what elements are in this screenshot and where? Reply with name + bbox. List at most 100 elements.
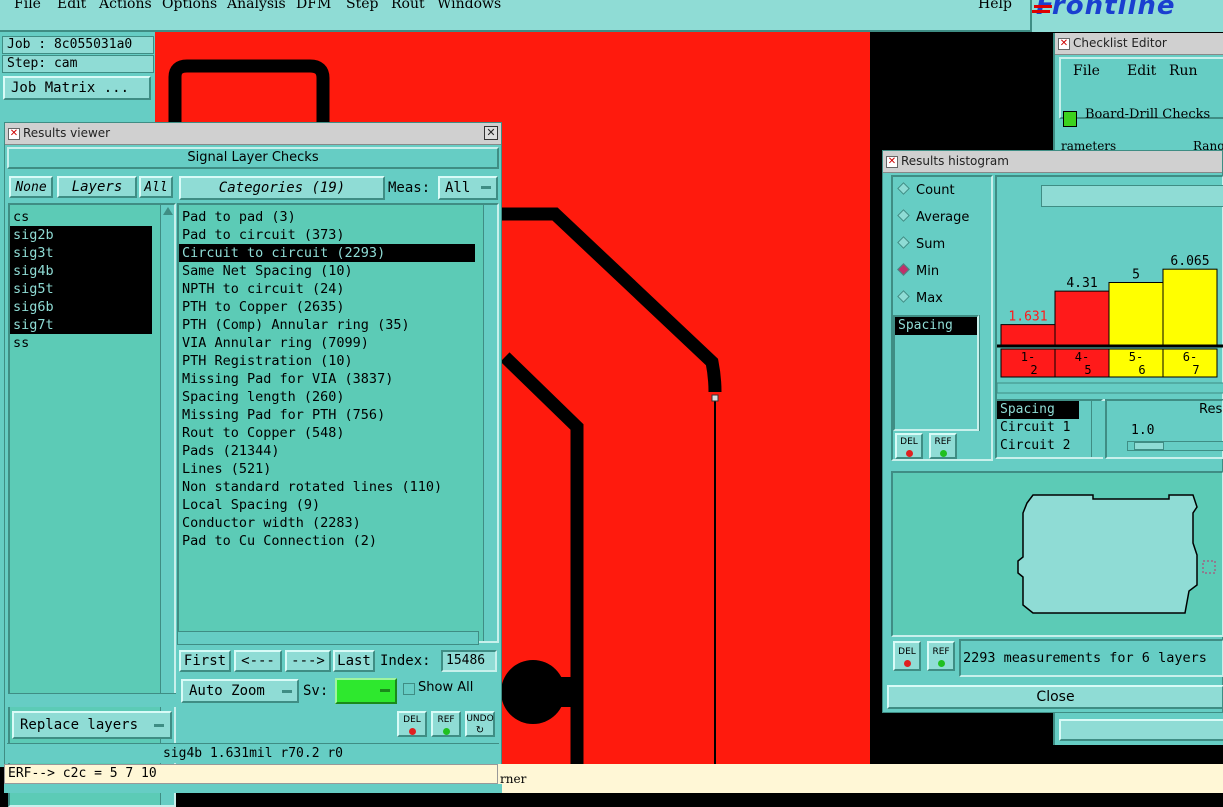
- layer-item[interactable]: ss: [10, 334, 152, 352]
- job-matrix-button[interactable]: Job Matrix ...: [3, 76, 151, 100]
- checklist-menu-run[interactable]: Run: [1169, 63, 1198, 79]
- undo-button[interactable]: UNDO ↻: [465, 711, 495, 737]
- radio-indicator-icon: [897, 182, 910, 195]
- menu-options[interactable]: Options: [162, 0, 217, 12]
- category-item[interactable]: Local Spacing (9): [179, 496, 475, 514]
- close-icon[interactable]: ✕: [484, 126, 498, 140]
- categories-list[interactable]: Pad to pad (3) Pad to circuit (373) Circui…: [177, 203, 499, 643]
- hist-ref-button-top[interactable]: REF: [929, 433, 957, 459]
- category-item[interactable]: Pads (21344): [179, 442, 475, 460]
- menu-step[interactable]: Step: [346, 0, 378, 12]
- bar-value-label: 4.31: [1066, 276, 1097, 291]
- mode-radio-max[interactable]: Max: [897, 290, 943, 306]
- menu-dfm[interactable]: DFM: [296, 0, 331, 12]
- histogram-bar[interactable]: [1000, 324, 1056, 346]
- categories-scrollbar[interactable]: [483, 205, 497, 641]
- category-item[interactable]: Circuit to circuit (2293): [179, 244, 475, 262]
- layers-button[interactable]: Layers: [57, 176, 137, 198]
- menu-edit[interactable]: Edit: [57, 0, 86, 12]
- layers-all-button[interactable]: All: [139, 176, 173, 198]
- field-item[interactable]: Circuit 1: [997, 419, 1101, 437]
- hist-del-button[interactable]: DEL: [893, 641, 921, 671]
- mode-panel: Count Average Sum Min Max Spacing DEL REF: [891, 175, 993, 461]
- hist-ref-button[interactable]: REF: [927, 641, 955, 671]
- resolution-panel: Resol 1.0: [1105, 399, 1223, 459]
- results-viewer-window: ✕ Results viewer ✕ Signal Layer Checks Non…: [4, 122, 502, 807]
- category-item[interactable]: Spacing length (260): [179, 388, 475, 406]
- checklist-item[interactable]: Board-Drill Checks: [1085, 107, 1210, 122]
- category-item[interactable]: Non standard rotated lines (110): [179, 478, 475, 496]
- categories-hscrollbar[interactable]: [177, 631, 479, 645]
- mode-radio-sum[interactable]: Sum: [897, 236, 946, 252]
- category-item[interactable]: PTH Registration (10): [179, 352, 475, 370]
- category-item[interactable]: NPTH to circuit (24): [179, 280, 475, 298]
- layer-item[interactable]: sig4b: [10, 262, 152, 280]
- hist-del-button-top[interactable]: DEL: [895, 433, 923, 459]
- last-button[interactable]: Last: [333, 650, 375, 672]
- layer-item[interactable]: sig2b: [10, 226, 152, 244]
- field-item[interactable]: Circuit 2: [997, 437, 1101, 455]
- frontline-logo: Frontline: [1030, 0, 1223, 32]
- replace-layers-dropdown[interactable]: Replace layers: [12, 711, 172, 739]
- histogram-bar[interactable]: [1108, 282, 1164, 346]
- menu-analysis[interactable]: Analysis: [227, 0, 286, 12]
- meas-dropdown[interactable]: All: [438, 176, 498, 200]
- field-item[interactable]: Spacing: [997, 401, 1079, 419]
- histogram-bar[interactable]: [1054, 290, 1110, 346]
- measure-item[interactable]: Spacing: [895, 317, 977, 335]
- histogram-bar[interactable]: [1162, 268, 1218, 346]
- mode-radio-average[interactable]: Average: [897, 209, 969, 225]
- menu-file[interactable]: File: [14, 0, 41, 12]
- mode-label: Min: [916, 264, 940, 279]
- mode-radio-count[interactable]: Count: [897, 182, 955, 198]
- layer-item[interactable]: sig7t: [10, 316, 152, 334]
- prev-button[interactable]: <---: [234, 650, 282, 672]
- menu-actions[interactable]: Actions: [99, 0, 152, 12]
- category-item[interactable]: Rout to Copper (548): [179, 424, 475, 442]
- menu-rout[interactable]: Rout: [391, 0, 425, 12]
- first-button[interactable]: First: [179, 650, 231, 672]
- chart-hscrollbar[interactable]: [997, 382, 1223, 394]
- category-item[interactable]: Pad to circuit (373): [179, 226, 475, 244]
- sv-color-dropdown[interactable]: [335, 678, 397, 704]
- menu-help[interactable]: Help: [978, 0, 1012, 12]
- category-item[interactable]: PTH (Comp) Annular ring (35): [179, 316, 475, 334]
- layers-none-button[interactable]: None: [9, 176, 53, 198]
- layers-hscrollbar[interactable]: [8, 693, 176, 707]
- checklist-menu-file[interactable]: File: [1073, 63, 1100, 79]
- category-item[interactable]: Missing Pad for PTH (756): [179, 406, 475, 424]
- layer-item[interactable]: sig6b: [10, 298, 152, 316]
- checklist-menu-edit[interactable]: Edit: [1127, 63, 1156, 79]
- del-button[interactable]: DEL: [397, 711, 427, 737]
- mode-label: Sum: [916, 237, 946, 252]
- ref-button[interactable]: REF: [431, 711, 461, 737]
- step-label: Step: cam: [2, 55, 154, 73]
- category-item[interactable]: VIA Annular ring (7099): [179, 334, 475, 352]
- histogram-chart-area: 1.631 1- 2 4.31 4- 5 5 5- 6 6.065 6- 7: [995, 175, 1223, 401]
- show-all-checkbox[interactable]: [403, 683, 415, 695]
- category-item[interactable]: PTH to Copper (2635): [179, 298, 475, 316]
- menu-windows[interactable]: Windows: [437, 0, 501, 12]
- category-item[interactable]: Missing Pad for VIA (3837): [179, 370, 475, 388]
- category-item[interactable]: Same Net Spacing (10): [179, 262, 475, 280]
- resol-slider[interactable]: [1127, 441, 1223, 451]
- mode-radio-min[interactable]: Min: [897, 263, 940, 279]
- auto-zoom-dropdown[interactable]: Auto Zoom: [181, 679, 299, 703]
- erf-command-line[interactable]: ERF--> c2c = 5 7 10: [4, 764, 498, 784]
- layer-item[interactable]: sig5t: [10, 280, 152, 298]
- categories-button[interactable]: Categories (19): [179, 176, 385, 200]
- fields-list[interactable]: SpacingCircuit 1Circuit 2: [995, 399, 1103, 459]
- layer-item[interactable]: sig3t: [10, 244, 152, 262]
- logo-text: Frontline: [1036, 0, 1176, 21]
- close-button[interactable]: Close: [887, 685, 1223, 709]
- radio-indicator-icon: [897, 236, 910, 249]
- layer-item[interactable]: cs: [10, 208, 152, 226]
- index-input[interactable]: 15486: [441, 650, 497, 672]
- category-item[interactable]: Lines (521): [179, 460, 475, 478]
- category-item[interactable]: Pad to Cu Connection (2): [179, 532, 475, 550]
- category-item[interactable]: Conductor width (2283): [179, 514, 475, 532]
- board-preview[interactable]: [891, 471, 1223, 637]
- category-item[interactable]: Pad to pad (3): [179, 208, 475, 226]
- next-button[interactable]: --->: [285, 650, 331, 672]
- measure-list[interactable]: Spacing: [893, 315, 979, 431]
